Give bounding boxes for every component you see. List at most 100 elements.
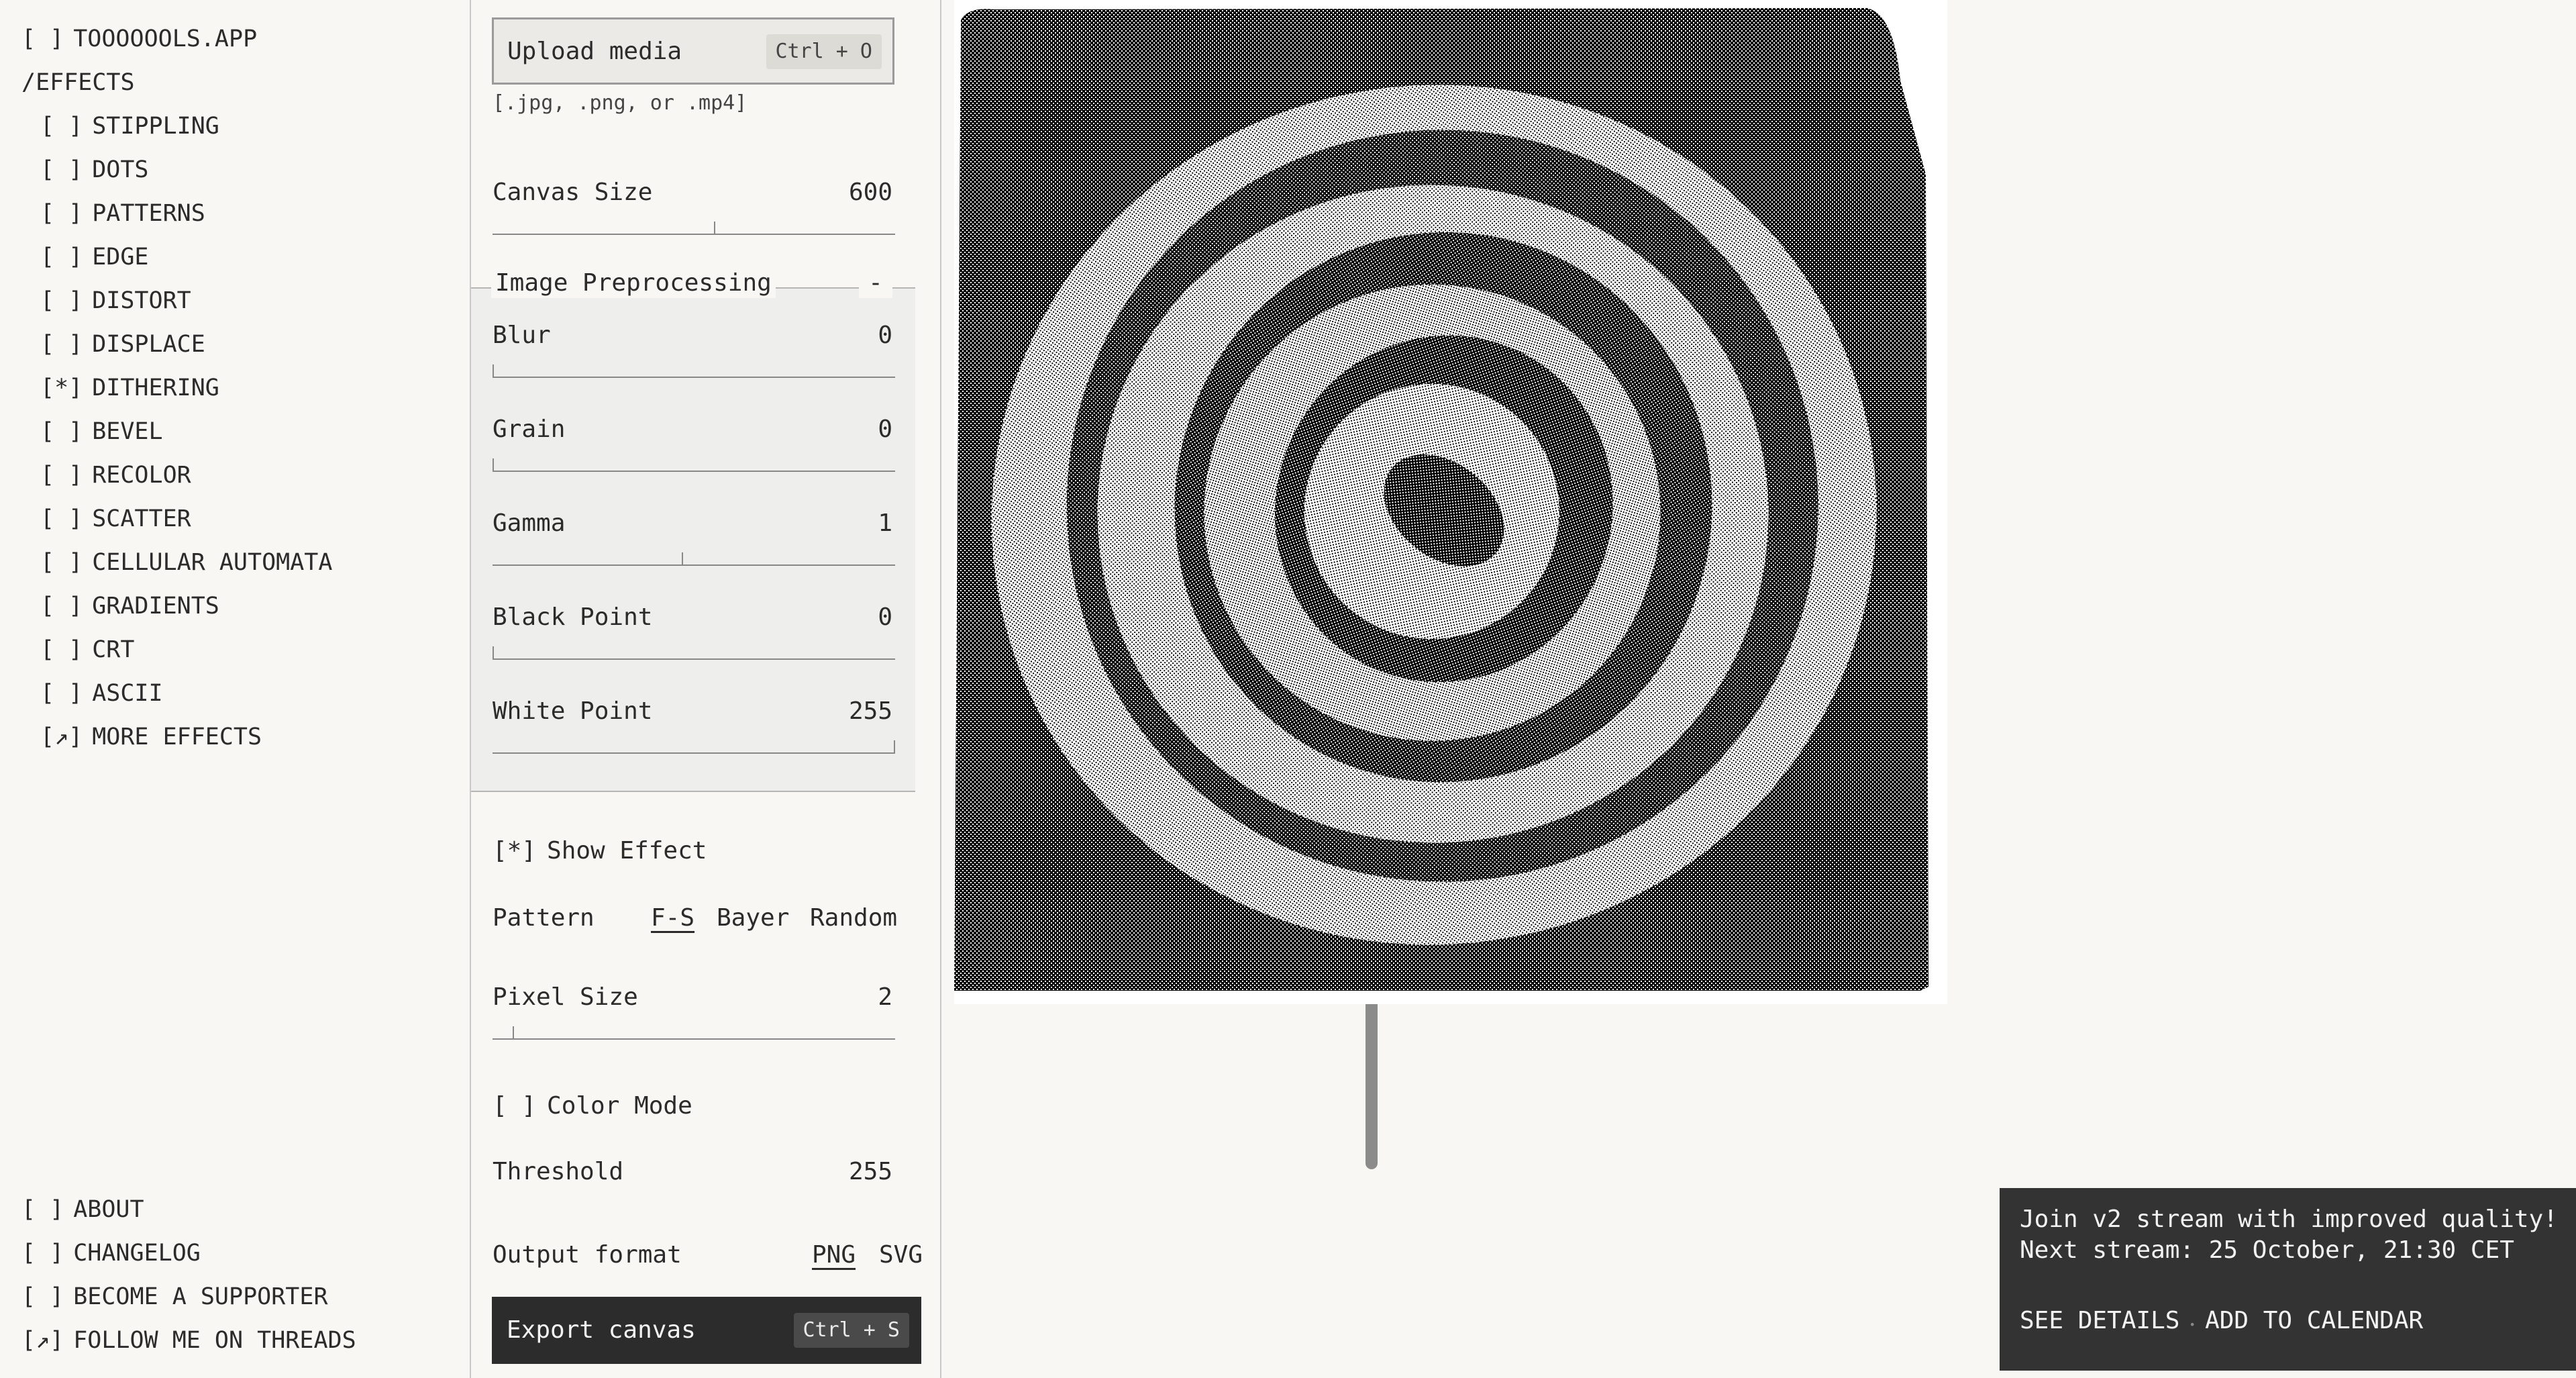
effect-label: PATTERNS	[92, 200, 205, 227]
effect-checkbox: [ ]	[40, 331, 83, 358]
external-link-icon: [↗]	[40, 724, 83, 750]
grain-slider-thumb[interactable]	[493, 458, 494, 472]
effect-label: SCATTER	[92, 505, 191, 532]
pixel-size-slider[interactable]	[493, 1026, 895, 1040]
blur-label: Blur	[493, 322, 551, 349]
effect-item-more-effects[interactable]: [↗] MORE EFFECTS	[40, 724, 262, 750]
effect-label: DISPLACE	[92, 331, 205, 358]
effect-item-dots[interactable]: [ ] DOTS	[40, 156, 149, 183]
effect-checkbox: [ ]	[40, 636, 83, 663]
pattern-option-bayer[interactable]: Bayer	[717, 905, 789, 932]
footer-checkbox: [ ]	[21, 1240, 64, 1267]
effect-item-bevel[interactable]: [ ] BEVEL	[40, 418, 163, 445]
effect-item-patterns[interactable]: [ ] PATTERNS	[40, 200, 205, 227]
pattern-label: Pattern	[493, 904, 595, 932]
gamma-slider[interactable]	[493, 552, 895, 566]
site-link[interactable]: [ ] TOOOOOOLS.APP	[21, 26, 257, 52]
notification-line-2: Next stream: 25 October, 21:30 CET	[2020, 1236, 2514, 1264]
effect-item-distort[interactable]: [ ] DISTORT	[40, 287, 191, 314]
effect-label: MORE EFFECTS	[92, 724, 262, 750]
effect-item-ascii[interactable]: [ ] ASCII	[40, 680, 163, 707]
effect-checkbox: [ ]	[40, 244, 83, 270]
effect-checkbox: [ ]	[40, 200, 83, 227]
effect-label: DOTS	[92, 156, 149, 183]
effect-item-stippling[interactable]: [ ] STIPPLING	[40, 113, 219, 140]
footer-link-supporter[interactable]: [ ] BECOME A SUPPORTER	[21, 1283, 328, 1310]
effect-item-recolor[interactable]: [ ] RECOLOR	[40, 462, 191, 489]
effect-label: CELLULAR AUTOMATA	[92, 549, 333, 576]
canvas-size-slider[interactable]	[493, 222, 895, 235]
footer-checkbox: [ ]	[21, 1283, 64, 1310]
footer-checkbox: [ ]	[21, 1196, 64, 1223]
footer-link-changelog[interactable]: [ ] CHANGELOG	[21, 1240, 201, 1267]
effect-label: RECOLOR	[92, 462, 191, 489]
canvas-size-label: Canvas Size	[493, 179, 653, 206]
upload-formats-hint: [.jpg, .png, or .mp4]	[493, 91, 748, 115]
canvas-size-slider-thumb[interactable]	[714, 222, 715, 235]
threshold-label: Threshold	[493, 1158, 624, 1185]
effect-checkbox: [ ]	[40, 156, 83, 183]
show-effect-checkbox: [*]	[493, 837, 537, 865]
footer-link-threads[interactable]: [↗] FOLLOW ME ON THREADS	[21, 1327, 356, 1354]
output-option-png[interactable]: PNG	[812, 1242, 856, 1269]
gamma-slider-thumb[interactable]	[682, 552, 683, 566]
pixel-size-value: 2	[878, 983, 892, 1011]
black-point-slider-thumb[interactable]	[493, 646, 494, 660]
footer-link-about[interactable]: [ ] ABOUT	[21, 1196, 144, 1223]
effect-label: DITHERING	[92, 375, 219, 401]
site-checkbox: [ ]	[21, 26, 64, 52]
effect-item-gradients[interactable]: [ ] GRADIENTS	[40, 593, 219, 620]
white-point-label: White Point	[493, 697, 653, 725]
settings-panel: Upload media Ctrl + O [.jpg, .png, or .m…	[470, 0, 1381, 1378]
effect-checkbox: [ ]	[40, 113, 83, 140]
effect-checkbox: [ ]	[40, 287, 83, 314]
upload-media-button[interactable]: Upload media Ctrl + O	[492, 17, 894, 85]
black-point-label: Black Point	[493, 603, 653, 631]
effects-sidebar: [ ] TOOOOOOLS.APP /EFFECTS [ ] STIPPLING […	[0, 0, 470, 1378]
effect-label: CRT	[92, 636, 135, 663]
show-effect-toggle[interactable]: [*] Show Effect	[493, 838, 707, 865]
effect-checkbox: [ ]	[40, 462, 83, 489]
black-point-slider[interactable]	[493, 646, 895, 660]
effect-label: EDGE	[92, 244, 149, 270]
add-to-calendar-link[interactable]: ADD TO CALENDAR	[2205, 1307, 2423, 1334]
effect-item-cellular-automata[interactable]: [ ] CELLULAR AUTOMATA	[40, 549, 332, 576]
output-format-label: Output format	[493, 1241, 682, 1269]
effect-checkbox: [*]	[40, 375, 83, 401]
show-effect-label: Show Effect	[547, 837, 707, 865]
effect-label: GRADIENTS	[92, 593, 219, 620]
panel-scrollbar[interactable]	[916, 0, 1381, 1378]
color-mode-label: Color Mode	[547, 1092, 692, 1120]
white-point-slider[interactable]	[493, 740, 895, 754]
white-point-slider-thumb[interactable]	[894, 740, 895, 754]
effect-checkbox: [ ]	[40, 549, 83, 576]
blur-value: 0	[878, 322, 892, 349]
see-details-link[interactable]: SEE DETAILS	[2020, 1307, 2179, 1334]
effect-canvas[interactable]	[954, 0, 1947, 1004]
footer-label: CHANGELOG	[73, 1240, 201, 1267]
preprocessing-collapse-button[interactable]: -	[859, 268, 892, 298]
canvas-size-value: 600	[848, 179, 892, 206]
grain-slider[interactable]	[493, 458, 895, 472]
effect-label: DISTORT	[92, 287, 191, 314]
pixel-size-slider-thumb[interactable]	[513, 1026, 514, 1040]
export-shortcut: Ctrl + S	[793, 1313, 909, 1348]
effect-item-crt[interactable]: [ ] CRT	[40, 636, 134, 663]
footer-label: ABOUT	[73, 1196, 144, 1223]
upload-shortcut: Ctrl + O	[766, 34, 882, 69]
preprocessing-title: Image Preprocessing	[491, 268, 776, 298]
pattern-option-fs[interactable]: F-S	[651, 905, 694, 932]
stream-notification: Join v2 stream with improved quality! Ne…	[2000, 1188, 2576, 1371]
blur-slider-thumb[interactable]	[493, 364, 494, 378]
pattern-option-random[interactable]: Random	[810, 905, 897, 932]
site-name: TOOOOOOLS.APP	[73, 26, 258, 52]
effect-label: BEVEL	[92, 418, 163, 445]
effect-item-scatter[interactable]: [ ] SCATTER	[40, 505, 191, 532]
effect-item-edge[interactable]: [ ] EDGE	[40, 244, 149, 270]
footer-label: BECOME A SUPPORTER	[73, 1283, 328, 1310]
effect-item-displace[interactable]: [ ] DISPLACE	[40, 331, 205, 358]
export-canvas-button[interactable]: Export canvas Ctrl + S	[492, 1297, 921, 1364]
blur-slider[interactable]	[493, 364, 895, 378]
color-mode-toggle[interactable]: [ ] Color Mode	[493, 1093, 692, 1120]
effect-item-dithering[interactable]: [*] DITHERING	[40, 375, 219, 401]
